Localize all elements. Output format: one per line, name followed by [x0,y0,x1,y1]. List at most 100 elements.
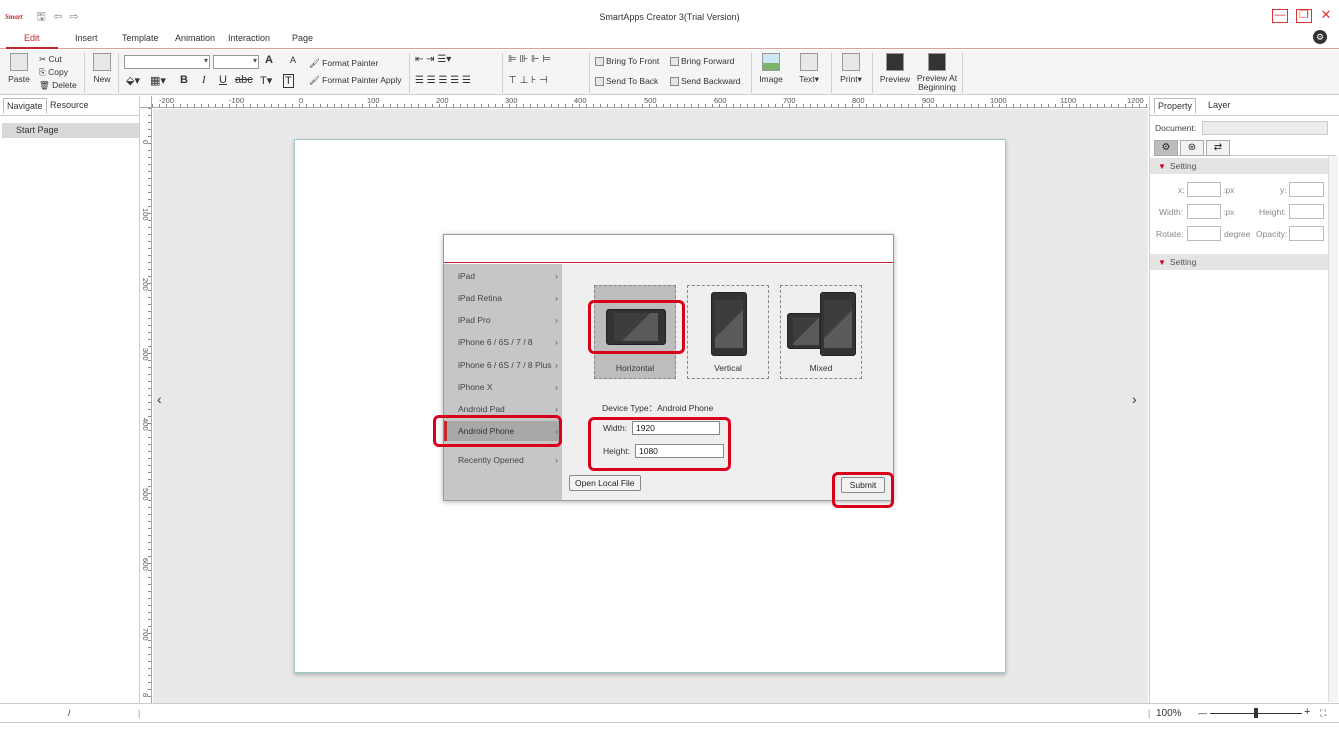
setting-section-header[interactable]: ▼ Setting [1150,254,1328,270]
device-item-iphone-6[interactable]: iPhone 6 / 6S / 7 / 8 › [444,332,562,352]
device-item-recently-opened[interactable]: Recently Opened › [444,450,562,470]
ruler-label: 1000 [990,96,1007,105]
palette-icon[interactable]: ⊛ [1180,140,1204,156]
cut-button[interactable]: ✂ Cut [39,54,62,65]
text-bg-icon[interactable]: T [283,74,294,88]
device-item-iphone-6-plus[interactable]: iPhone 6 / 6S / 7 / 8 Plus › [444,355,562,375]
ruler-label: 1200 [1127,96,1144,105]
ruler-label: 500 [644,96,657,105]
chevron-right-icon: › [555,337,558,347]
device-label: iPhone 6 / 6S / 7 / 8 Plus [458,360,552,370]
open-local-file-button[interactable]: Open Local File [569,475,641,491]
text-button[interactable]: Text▾ [795,53,823,85]
tab-interaction[interactable]: Interaction [228,33,270,43]
send-backward-button[interactable]: Send Backward [670,76,741,87]
ruler-label: 400 [141,418,150,431]
tab-navigate[interactable]: Navigate [3,98,47,114]
ribbon-separator [502,53,503,93]
zoom-in-button[interactable]: + [1304,706,1310,718]
delete-button[interactable]: 🗑 Delete [39,80,77,91]
y-input[interactable] [1289,182,1324,197]
device-item-ipad-pro[interactable]: iPad Pro › [444,310,562,330]
tab-page[interactable]: Page [292,33,313,43]
format-painter-button[interactable]: 🖌 Format Painter [309,58,378,69]
tab-edit[interactable]: Edit [24,33,40,43]
minimize-button[interactable]: — [1272,9,1288,23]
zoom-out-button[interactable]: — [1198,708,1207,718]
text-color-icon[interactable]: T▾ [260,74,272,87]
new-label: New [93,74,111,84]
fill-color-icon[interactable]: ⬙▾ [126,74,140,87]
ribbon-separator [751,53,752,93]
ruler-label: 900 [922,96,935,105]
italic-button[interactable]: I [202,74,206,86]
copy-button[interactable]: ⎘ Copy [39,67,68,78]
tab-layer[interactable]: Layer [1208,100,1231,110]
zoom-slider-thumb[interactable] [1254,708,1258,718]
underline-button[interactable]: U [219,74,227,86]
highlight-orientation [588,300,685,354]
property-scrollbar[interactable] [1328,156,1338,702]
align-icons[interactable]: ☰ ☰ ☰ ☰ ☰ [415,75,471,86]
width-input[interactable] [1187,204,1221,219]
gear-icon[interactable]: ⚙ [1154,140,1178,156]
section-label: Setting [1169,257,1197,267]
font-size-select[interactable] [213,55,259,69]
tab-insert[interactable]: Insert [75,33,98,43]
ruler-label: 1100 [1060,96,1077,105]
fit-screen-icon[interactable]: ⛶ [1320,708,1326,719]
bring-forward-button[interactable]: Bring Forward [670,56,734,67]
font-family-select[interactable] [124,55,210,69]
ribbon-separator [118,53,119,93]
tab-template[interactable]: Template [122,33,159,43]
settings-icon[interactable]: ⚙ [1313,30,1327,44]
send-to-back-button[interactable]: Send To Back [595,76,658,87]
tab-resource[interactable]: Resource [50,100,89,110]
section-label: Setting [1169,161,1197,171]
object-align-top-icons[interactable]: ⊫ ⊪ ⊩ ⊨ [508,54,551,65]
close-button[interactable]: ✕ [1318,8,1334,23]
font-grow-button[interactable]: A [265,54,273,66]
orientation-vertical[interactable]: Vertical [687,285,769,379]
strikethrough-button[interactable]: abc [235,74,253,86]
restore-button[interactable]: ❐ [1296,9,1312,23]
swap-icon[interactable]: ⇄ [1206,140,1230,156]
format-painter-apply-button[interactable]: 🖌 Format Painter Apply [309,75,402,86]
opacity-select[interactable] [1289,226,1324,241]
device-item-ipad-retina[interactable]: iPad Retina › [444,288,562,308]
image-button[interactable]: Image [756,53,786,84]
highlight-submit [832,472,894,508]
device-item-ipad[interactable]: iPad › [444,266,562,286]
x-input[interactable] [1187,182,1221,197]
ruler-label: 300 [505,96,518,105]
chevron-right-icon: › [555,271,558,281]
page-list-item[interactable]: Start Page [2,123,139,138]
paste-button[interactable]: Paste [6,53,32,84]
right-panel: Property Layer Document: ⚙ ⊛ ⇄ ▼ Setting … [1149,96,1339,703]
border-color-icon[interactable]: ▦▾ [150,74,166,87]
ruler-label: 300 [141,348,150,361]
preview-at-beginning-button[interactable]: Preview At Beginning [914,53,960,92]
px-unit: :px [1223,207,1235,217]
property-icon-bar: ⚙ ⊛ ⇄ [1154,140,1336,156]
document-field[interactable] [1202,121,1328,135]
next-page-arrow[interactable]: › [1132,391,1137,407]
bring-to-front-button[interactable]: Bring To Front [595,56,659,67]
tab-animation[interactable]: Animation [175,33,215,43]
trash-icon: 🗑 [39,80,53,90]
tab-property[interactable]: Property [1154,98,1197,114]
setting-section-header[interactable]: ▼ Setting [1150,158,1328,174]
device-label: iPad Retina [458,293,502,303]
new-button[interactable]: New [90,53,114,84]
height-input[interactable] [1289,204,1324,219]
orientation-mixed[interactable]: Mixed [780,285,862,379]
rotate-input[interactable] [1187,226,1221,241]
previous-page-arrow[interactable]: ‹ [157,391,162,407]
print-button[interactable]: Print▾ [836,53,866,85]
device-item-iphone-x[interactable]: iPhone X › [444,377,562,397]
bold-button[interactable]: B [180,74,188,86]
preview-button[interactable]: Preview [878,53,912,84]
object-align-bottom-icons[interactable]: ⊤ ⊥ ⊦ ⊣ [508,75,548,86]
font-shrink-button[interactable]: A [290,55,296,65]
indent-icons[interactable]: ⇤ ⇥ ☰▾ [415,54,451,65]
